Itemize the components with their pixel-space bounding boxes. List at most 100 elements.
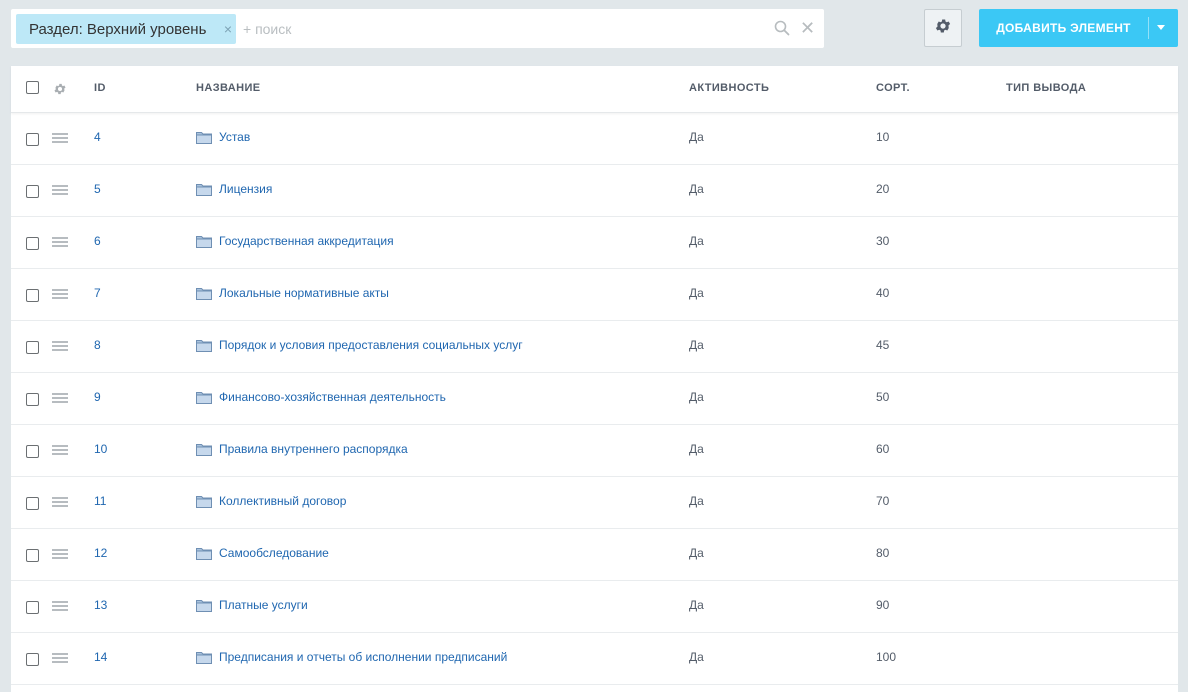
row-active: Да bbox=[689, 130, 704, 144]
table-row[interactable]: 5 Лицензия Да 20 bbox=[11, 165, 1178, 217]
chip-remove-icon[interactable]: × bbox=[224, 21, 232, 37]
drag-handle-icon[interactable] bbox=[52, 549, 68, 560]
row-sort: 40 bbox=[876, 286, 890, 300]
search-input[interactable] bbox=[241, 16, 765, 42]
row-name-link[interactable]: Самообследование bbox=[219, 546, 329, 560]
column-settings-gear-icon[interactable] bbox=[53, 82, 67, 101]
drag-handle-icon[interactable] bbox=[52, 237, 68, 248]
folder-icon bbox=[196, 599, 212, 617]
table-row[interactable]: 13 Платные услуги Да 90 bbox=[11, 581, 1178, 633]
row-id[interactable]: 10 bbox=[94, 442, 107, 456]
folder-icon bbox=[196, 547, 212, 565]
row-id[interactable]: 9 bbox=[94, 390, 101, 404]
filter-chip-section[interactable]: Раздел: Верхний уровень × bbox=[16, 14, 236, 44]
add-button-divider bbox=[1148, 17, 1149, 39]
row-checkbox[interactable] bbox=[26, 653, 39, 666]
drag-handle-icon[interactable] bbox=[52, 445, 68, 456]
row-checkbox[interactable] bbox=[26, 497, 39, 510]
row-checkbox[interactable] bbox=[26, 601, 39, 614]
column-header-sort[interactable]: СОРТ. bbox=[876, 82, 910, 94]
drag-handle-icon[interactable] bbox=[52, 185, 68, 196]
row-name-link[interactable]: Государственная аккредитация bbox=[219, 234, 394, 248]
elements-grid: ID НАЗВАНИЕ АКТИВНОСТЬ СОРТ. ТИП ВЫВОДА … bbox=[11, 66, 1178, 692]
row-active: Да bbox=[689, 182, 704, 196]
drag-handle-icon[interactable] bbox=[52, 601, 68, 612]
row-active: Да bbox=[689, 442, 704, 456]
row-active: Да bbox=[689, 650, 704, 664]
row-checkbox[interactable] bbox=[26, 445, 39, 458]
row-sort: 60 bbox=[876, 442, 890, 456]
row-name-link[interactable]: Финансово-хозяйственная деятельность bbox=[219, 390, 446, 404]
row-name-link[interactable]: Локальные нормативные акты bbox=[219, 286, 389, 300]
settings-button[interactable] bbox=[924, 9, 962, 47]
drag-handle-icon[interactable] bbox=[52, 341, 68, 352]
grid-header: ID НАЗВАНИЕ АКТИВНОСТЬ СОРТ. ТИП ВЫВОДА bbox=[11, 66, 1178, 113]
folder-icon bbox=[196, 443, 212, 461]
row-id[interactable]: 5 bbox=[94, 182, 101, 196]
row-id[interactable]: 11 bbox=[94, 494, 106, 508]
select-all-checkbox[interactable] bbox=[26, 81, 39, 94]
row-id[interactable]: 4 bbox=[94, 130, 101, 144]
row-id[interactable]: 14 bbox=[94, 650, 107, 664]
folder-icon bbox=[196, 651, 212, 669]
row-id[interactable]: 7 bbox=[94, 286, 101, 300]
table-row[interactable]: 10 Правила внутреннего распорядка Да 60 bbox=[11, 425, 1178, 477]
row-checkbox[interactable] bbox=[26, 237, 39, 250]
table-row[interactable]: 8 Порядок и условия предоставления социал… bbox=[11, 321, 1178, 373]
search-icon[interactable] bbox=[774, 20, 790, 41]
row-sort: 70 bbox=[876, 494, 890, 508]
row-id[interactable]: 8 bbox=[94, 338, 101, 352]
filter-search-bar[interactable]: Раздел: Верхний уровень × ✕ bbox=[11, 9, 824, 48]
filter-chip-label: Раздел: Верхний уровень bbox=[29, 20, 207, 38]
row-name-link[interactable]: Коллективный договор bbox=[219, 494, 346, 508]
row-active: Да bbox=[689, 234, 704, 248]
row-id[interactable]: 13 bbox=[94, 598, 107, 612]
row-sort: 10 bbox=[876, 130, 890, 144]
row-name-link[interactable]: Порядок и условия предоставления социаль… bbox=[219, 338, 523, 352]
row-sort: 45 bbox=[876, 338, 890, 352]
table-row[interactable]: 7 Локальные нормативные акты Да 40 bbox=[11, 269, 1178, 321]
row-name-link[interactable]: Устав bbox=[219, 130, 250, 144]
row-sort: 80 bbox=[876, 546, 890, 560]
row-sort: 20 bbox=[876, 182, 890, 196]
table-row[interactable]: 4 Устав Да 10 bbox=[11, 113, 1178, 165]
row-checkbox[interactable] bbox=[26, 393, 39, 406]
row-sort: 50 bbox=[876, 390, 890, 404]
column-header-active[interactable]: АКТИВНОСТЬ bbox=[689, 82, 769, 94]
drag-handle-icon[interactable] bbox=[52, 133, 68, 144]
folder-icon bbox=[196, 235, 212, 253]
table-row[interactable]: 11 Коллективный договор Да 70 bbox=[11, 477, 1178, 529]
row-id[interactable]: 6 bbox=[94, 234, 101, 248]
table-row[interactable]: 6 Государственная аккредитация Да 30 bbox=[11, 217, 1178, 269]
row-checkbox[interactable] bbox=[26, 341, 39, 354]
table-row[interactable]: 14 Предписания и отчеты об исполнении пре… bbox=[11, 633, 1178, 685]
row-checkbox[interactable] bbox=[26, 133, 39, 146]
row-checkbox[interactable] bbox=[26, 185, 39, 198]
chevron-down-icon[interactable] bbox=[1157, 25, 1165, 30]
row-name-link[interactable]: Правила внутреннего распорядка bbox=[219, 442, 408, 456]
row-checkbox[interactable] bbox=[26, 289, 39, 302]
row-active: Да bbox=[689, 390, 704, 404]
add-element-label: ДОБАВИТЬ ЭЛЕМЕНТ bbox=[996, 21, 1131, 35]
clear-search-icon[interactable]: ✕ bbox=[800, 18, 815, 38]
drag-handle-icon[interactable] bbox=[52, 289, 68, 300]
drag-handle-icon[interactable] bbox=[52, 497, 68, 508]
column-header-display-type[interactable]: ТИП ВЫВОДА bbox=[1006, 82, 1086, 94]
row-name-link[interactable]: Платные услуги bbox=[219, 598, 308, 612]
column-header-name[interactable]: НАЗВАНИЕ bbox=[196, 82, 261, 94]
row-active: Да bbox=[689, 286, 704, 300]
row-active: Да bbox=[689, 494, 704, 508]
row-id[interactable]: 12 bbox=[94, 546, 107, 560]
row-name-link[interactable]: Лицензия bbox=[219, 182, 272, 196]
row-name-link[interactable]: Предписания и отчеты об исполнении предп… bbox=[219, 650, 507, 664]
folder-icon bbox=[196, 391, 212, 409]
table-row[interactable]: 9 Финансово-хозяйственная деятельность Да 5… bbox=[11, 373, 1178, 425]
drag-handle-icon[interactable] bbox=[52, 393, 68, 404]
table-row[interactable]: 12 Самообследование Да 80 bbox=[11, 529, 1178, 581]
add-element-button[interactable]: ДОБАВИТЬ ЭЛЕМЕНТ bbox=[979, 9, 1178, 47]
row-checkbox[interactable] bbox=[26, 549, 39, 562]
row-active: Да bbox=[689, 546, 704, 560]
gear-icon bbox=[934, 17, 952, 40]
column-header-id[interactable]: ID bbox=[94, 82, 106, 94]
drag-handle-icon[interactable] bbox=[52, 653, 68, 664]
